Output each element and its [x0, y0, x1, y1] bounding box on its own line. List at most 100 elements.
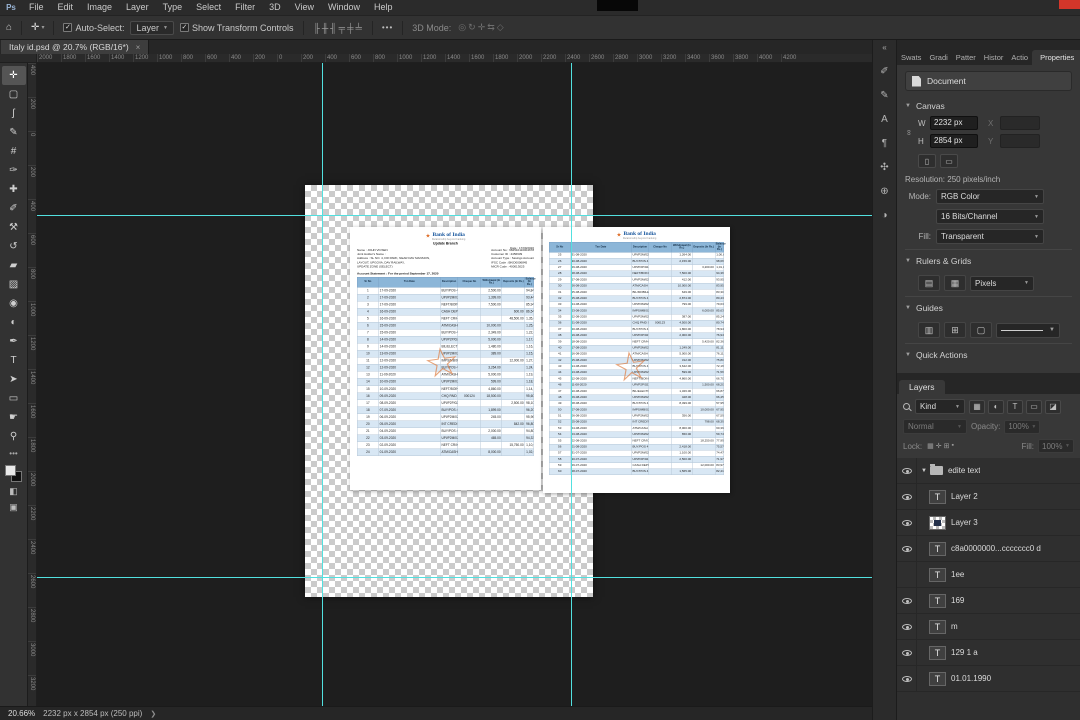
menu-item[interactable]: Type [156, 0, 190, 15]
guide-vertical[interactable] [571, 63, 572, 706]
blend-mode-dropdown[interactable]: Normal ▼ [903, 419, 967, 434]
tab-layers[interactable]: Layers [899, 380, 945, 394]
history-brush-tool[interactable]: ↺ [2, 237, 26, 256]
menu-item[interactable]: 3D [262, 0, 288, 15]
3d-roll-icon[interactable]: ↻ [467, 22, 477, 33]
paragraph-panel-icon[interactable]: ¶ [882, 139, 887, 149]
3d-orbit-icon[interactable]: ◎ [457, 22, 467, 33]
guide-horizontal[interactable] [37, 215, 872, 216]
layer-name[interactable]: 169 [951, 596, 964, 605]
type-tool[interactable]: T [2, 351, 26, 370]
move-tool-option-icon[interactable]: ✛ ▾ [31, 22, 44, 33]
filter-smart-objects-icon[interactable]: ◪ [1045, 399, 1061, 414]
auto-select-target-dropdown[interactable]: Layer ▼ [130, 20, 174, 35]
panel-tab[interactable]: Swats [897, 50, 925, 65]
menu-item[interactable]: Help [367, 0, 400, 15]
align-top-icon[interactable]: ╤ [338, 23, 346, 33]
panel-tab[interactable]: Histor [980, 50, 1008, 65]
brushes-icon[interactable]: ✎ [880, 91, 888, 101]
lock-guides-icon[interactable]: ⊞ [944, 322, 966, 338]
rulers-grids-section-header[interactable]: ▼ Rulers & Grids [905, 249, 1072, 271]
character-panel-icon[interactable]: A [881, 115, 888, 125]
guide-style-dropdown[interactable]: ▼ [996, 322, 1060, 338]
menu-item[interactable]: Window [321, 0, 367, 15]
quick-actions-section-header[interactable]: ▼ Quick Actions [905, 343, 1072, 365]
align-left-icon[interactable]: ╟ [313, 23, 321, 33]
close-tab-icon[interactable]: × [136, 43, 141, 52]
layer-name[interactable]: 129 1 a [951, 648, 978, 657]
visibility-toggle[interactable] [897, 640, 917, 665]
move-tool[interactable]: ✛ [1, 66, 26, 85]
3d-pan-icon[interactable]: ✛ [477, 22, 487, 33]
collapse-panels-icon[interactable]: « [882, 43, 886, 52]
fill-input[interactable]: 100% ▼ [1038, 439, 1074, 453]
lock-all-icon[interactable]: ▪ [951, 442, 955, 450]
lock-transparency-icon[interactable]: ▦ [926, 442, 935, 450]
align-bottom-icon[interactable]: ╧ [354, 23, 362, 33]
foreground-color-swatch[interactable] [5, 465, 16, 476]
guide-horizontal[interactable] [37, 577, 872, 578]
ellipsis-icon[interactable]: ••• [382, 23, 393, 32]
link-dimensions-icon[interactable]: ∞ [905, 128, 914, 136]
visibility-toggle[interactable] [897, 536, 917, 561]
ps-logo-icon[interactable]: Ps [0, 3, 22, 12]
x-input[interactable] [1000, 116, 1040, 130]
horizontal-ruler[interactable]: 2000 1800 1600 1400 1200 1000 800 600 400 200 0 200… [37, 54, 872, 62]
close-window-button[interactable] [1059, 0, 1080, 9]
canvas[interactable]: ★ Bank of India Relationship beyond bank… [37, 63, 872, 706]
lock-position-icon[interactable]: ⊞ [943, 442, 951, 450]
glyphs-panel-icon[interactable]: ✣ [880, 163, 888, 173]
layer-row[interactable]: ▼ T edite text [897, 458, 1080, 484]
path-selection-tool[interactable]: ➤ [2, 370, 26, 389]
units-dropdown[interactable]: Pixels ▼ [970, 275, 1034, 291]
opacity-input[interactable]: 100% ▼ [1004, 419, 1041, 434]
lasso-tool[interactable]: ʃ [2, 104, 26, 123]
document-tab[interactable]: Italy id.psd @ 20.7% (RGB/16*) × [1, 40, 150, 54]
hand-tool[interactable]: ☛ [2, 408, 26, 427]
auto-select-checkbox[interactable]: ✓ Auto-Select: [63, 23, 124, 33]
quick-mask-icon[interactable]: ◧ [9, 486, 18, 497]
ruler-origin[interactable] [0, 54, 37, 62]
menu-item[interactable]: Select [189, 0, 228, 15]
menu-item[interactable]: Edit [51, 0, 81, 15]
edit-toolbar-icon[interactable]: ••• [9, 449, 17, 458]
menu-item[interactable]: Layer [119, 0, 156, 15]
layer-name[interactable]: 01.01.1990 [951, 674, 991, 683]
width-input[interactable]: 2232 px [930, 116, 978, 130]
group-chevron-icon[interactable]: ▼ [921, 468, 927, 474]
panel-tab[interactable]: Actio [1007, 50, 1032, 65]
visibility-toggle[interactable] [897, 666, 917, 691]
panel-tab[interactable]: Gradi [925, 50, 951, 65]
statement-page-1[interactable]: ★ Bank of India Relationship beyond bank… [350, 227, 541, 490]
kind-filter-dropdown[interactable]: Kind ▼ [915, 399, 965, 414]
menu-item[interactable]: View [288, 0, 321, 15]
eraser-tool[interactable]: ▰ [2, 256, 26, 275]
toggle-grid-icon[interactable]: ▦ [944, 275, 966, 291]
visibility-toggle[interactable] [897, 458, 917, 483]
filter-type-layers-icon[interactable]: T [1007, 399, 1023, 414]
filter-adjustment-layers-icon[interactable]: ◐ [988, 399, 1004, 414]
align-right-icon[interactable]: ╢ [329, 23, 337, 33]
layer-row[interactable]: ▼ T 169 [897, 588, 1080, 614]
info-panel-icon[interactable]: ◑ [881, 211, 887, 221]
layer-name[interactable]: 1ee [951, 570, 964, 579]
visibility-toggle[interactable] [897, 562, 917, 587]
layer-name[interactable]: Layer 2 [951, 492, 978, 501]
clear-guides-icon[interactable]: ▢ [970, 322, 992, 338]
eyedropper-tool[interactable]: ✑ [2, 161, 26, 180]
height-input[interactable]: 2854 px [930, 134, 978, 148]
healing-brush-tool[interactable]: ✚ [2, 180, 26, 199]
screen-mode-icon[interactable]: ▣ [9, 502, 18, 513]
visibility-toggle[interactable] [897, 510, 917, 535]
status-chevron-icon[interactable]: ❯ [150, 710, 156, 718]
menu-item[interactable]: Image [80, 0, 119, 15]
shape-tool[interactable]: ▭ [2, 389, 26, 408]
layer-row[interactable]: ▼ T 01.01.1990 [897, 666, 1080, 692]
zoom-level-input[interactable]: 20.66% [8, 709, 35, 718]
color-swatches[interactable] [5, 465, 22, 482]
3d-slide-icon[interactable]: ⇆ [486, 22, 496, 33]
blur-tool[interactable]: ◉ [2, 294, 26, 313]
portrait-orientation-button[interactable]: ▯ [918, 154, 936, 168]
layer-name[interactable]: c8a0000000...ccccccc0 d [951, 544, 1041, 553]
show-transform-controls-checkbox[interactable]: ✓ Show Transform Controls [179, 23, 294, 33]
